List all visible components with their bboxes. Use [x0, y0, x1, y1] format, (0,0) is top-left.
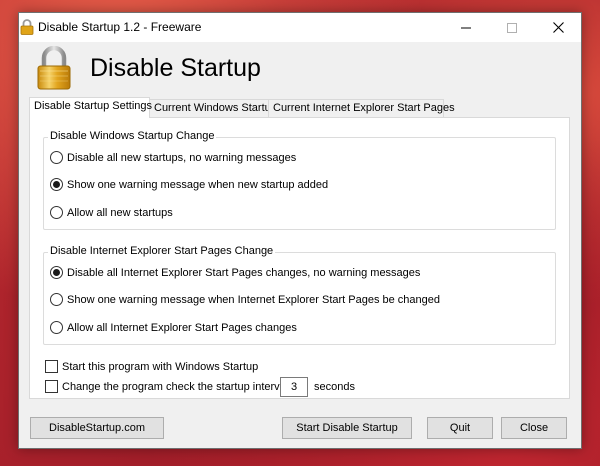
- radio-button[interactable]: [50, 178, 63, 191]
- radio-allow-all-ie-changes[interactable]: Allow all Internet Explorer Start Pages …: [50, 321, 297, 334]
- interval-seconds-input[interactable]: [280, 377, 308, 397]
- window-title: Disable Startup 1.2 - Freeware: [38, 20, 202, 34]
- website-button[interactable]: DisableStartup.com: [30, 417, 164, 439]
- checkbox[interactable]: [45, 360, 58, 373]
- radio-button[interactable]: [50, 266, 63, 279]
- radio-disable-all-startups[interactable]: Disable all new startups, no warning mes…: [50, 151, 296, 164]
- radio-label: Allow all new startups: [67, 206, 173, 219]
- radio-label: Disable all new startups, no warning mes…: [67, 151, 297, 164]
- settings-panel: Disable Windows Startup Change Disable a…: [29, 117, 570, 399]
- maximize-button[interactable]: [489, 13, 535, 42]
- radio-disable-all-ie-changes[interactable]: Disable all Internet Explorer Start Page…: [50, 266, 420, 279]
- radio-button[interactable]: [50, 293, 63, 306]
- quit-button[interactable]: Quit: [427, 417, 493, 439]
- interval-unit-label: seconds: [314, 381, 355, 393]
- maximize-icon: [507, 22, 517, 33]
- radio-button[interactable]: [50, 321, 63, 334]
- check-change-interval[interactable]: Change the program check the startup int…: [45, 380, 300, 393]
- group-legend: Disable Internet Explorer Start Pages Ch…: [48, 245, 276, 257]
- radio-button[interactable]: [50, 151, 63, 164]
- tab-label: Current Windows Startup: [154, 102, 277, 114]
- app-heading: Disable Startup: [90, 54, 261, 82]
- check-start-with-windows[interactable]: Start this program with Windows Startup: [45, 360, 258, 373]
- close-button[interactable]: Close: [501, 417, 567, 439]
- checkbox-label: Start this program with Windows Startup: [62, 360, 259, 373]
- ie-start-pages-group: Disable Internet Explorer Start Pages Ch…: [43, 245, 556, 345]
- start-disable-startup-button[interactable]: Start Disable Startup: [282, 417, 412, 439]
- radio-label: Show one warning message when Internet E…: [67, 293, 441, 306]
- app-window: Disable Startup 1.2 - Freeware Disable S…: [18, 12, 582, 449]
- tab-current-windows-startup[interactable]: Current Windows Startup: [149, 99, 277, 117]
- title-bar[interactable]: Disable Startup 1.2 - Freeware: [19, 13, 581, 42]
- tab-current-ie-start-pages[interactable]: Current Internet Explorer Start Pages: [268, 99, 455, 117]
- checkbox-label: Change the program check the startup int…: [62, 380, 300, 393]
- close-icon: [552, 22, 564, 33]
- padlock-icon: [20, 19, 34, 35]
- minimize-icon: [461, 27, 471, 28]
- tab-label: Current Internet Explorer Start Pages: [273, 102, 455, 114]
- radio-button[interactable]: [50, 206, 63, 219]
- checkbox[interactable]: [45, 380, 58, 393]
- minimize-button[interactable]: [443, 13, 489, 42]
- radio-label: Show one warning message when new startu…: [67, 178, 329, 191]
- radio-allow-all-startups[interactable]: Allow all new startups: [50, 206, 173, 219]
- group-legend: Disable Windows Startup Change: [48, 130, 217, 142]
- radio-label: Disable all Internet Explorer Start Page…: [67, 266, 421, 279]
- windows-startup-group: Disable Windows Startup Change Disable a…: [43, 130, 556, 230]
- padlock-icon: [37, 46, 71, 90]
- tab-disable-startup-settings[interactable]: Disable Startup Settings: [29, 97, 153, 118]
- tab-label: Disable Startup Settings: [34, 100, 153, 112]
- radio-label: Allow all Internet Explorer Start Pages …: [67, 321, 297, 334]
- radio-show-ie-warning[interactable]: Show one warning message when Internet E…: [50, 293, 440, 306]
- close-window-button[interactable]: [535, 13, 581, 42]
- radio-show-warning[interactable]: Show one warning message when new startu…: [50, 178, 328, 191]
